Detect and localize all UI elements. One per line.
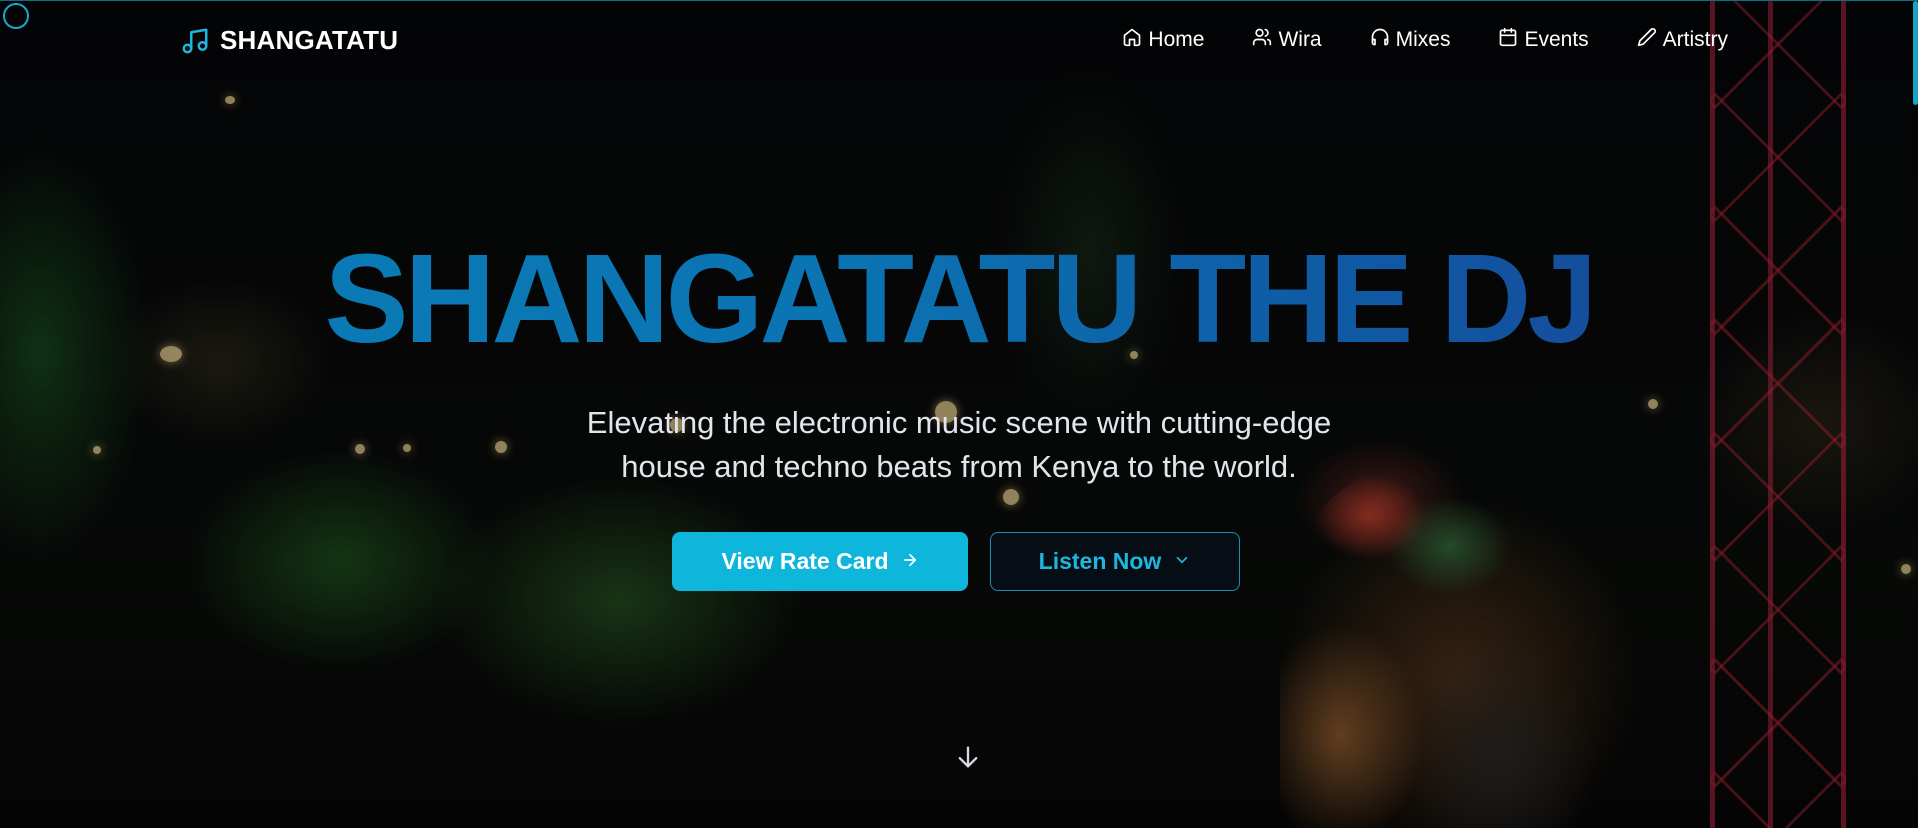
hero-title: SHANGATATU THE DJ — [0, 236, 1918, 362]
nav-item-label: Home — [1148, 28, 1205, 51]
pencil-icon — [1637, 27, 1657, 53]
calendar-icon — [1498, 27, 1518, 53]
arrow-down-icon[interactable] — [954, 743, 982, 771]
nav-item-artistry[interactable]: Artistry — [1637, 27, 1728, 53]
brand-name: SHANGATATU — [220, 25, 399, 55]
nav-item-label: Wira — [1278, 28, 1322, 51]
nav-item-mixes[interactable]: Mixes — [1370, 27, 1451, 53]
headphones-icon — [1370, 27, 1390, 53]
nav-item-label: Artistry — [1662, 28, 1728, 51]
nav-item-home[interactable]: Home — [1122, 27, 1204, 53]
arrow-right-icon — [901, 548, 919, 575]
chevron-down-icon — [1173, 548, 1191, 575]
view-rate-card-label: View Rate Card — [721, 548, 889, 574]
hero-cta-row: View Rate Card Listen Now — [672, 532, 1240, 591]
hero-subtitle: Elevating the electronic music scene wit… — [459, 401, 1459, 489]
nav-item-label: Events — [1524, 28, 1589, 51]
hero-subtitle-line-1: Elevating the electronic music scene wit… — [586, 405, 1332, 440]
nav-item-events[interactable]: Events — [1498, 27, 1589, 53]
listen-now-label: Listen Now — [1038, 548, 1162, 574]
brand-logo-link[interactable]: SHANGATATU — [180, 25, 398, 56]
page: SHANGATATU Home Wira Mixes Events Artist… — [0, 0, 1918, 828]
home-icon — [1122, 27, 1142, 53]
listen-now-button[interactable]: Listen Now — [990, 532, 1240, 591]
music-note-icon — [180, 26, 210, 56]
hero-subtitle-line-2: house and techno beats from Kenya to the… — [621, 449, 1297, 484]
nav-links: Home Wira Mixes Events Artistry — [1122, 27, 1728, 53]
view-rate-card-button[interactable]: View Rate Card — [672, 532, 968, 591]
nav-item-label: Mixes — [1395, 28, 1451, 51]
top-navbar: SHANGATATU Home Wira Mixes Events Artist… — [0, 1, 1918, 83]
users-icon — [1252, 27, 1272, 53]
nav-item-wira[interactable]: Wira — [1252, 27, 1322, 53]
